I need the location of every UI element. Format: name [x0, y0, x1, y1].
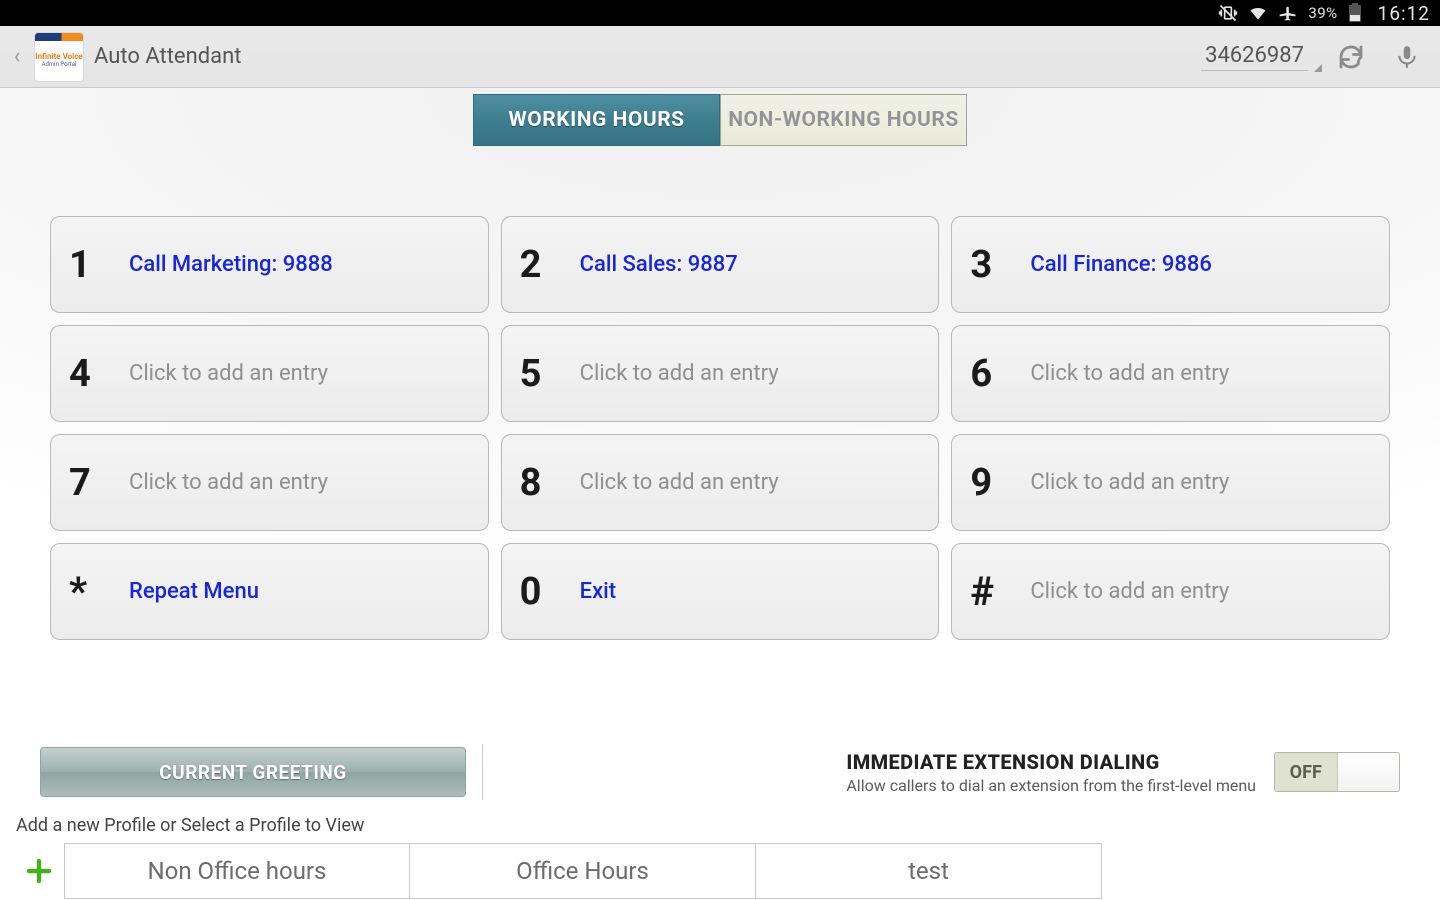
key-digit: 6 [970, 352, 1030, 396]
keypad-key-6[interactable]: 6Click to add an entry [951, 325, 1390, 422]
status-clock: 16:12 [1378, 2, 1430, 25]
key-label: Repeat Menu [129, 579, 259, 604]
keypad-key-4[interactable]: 4Click to add an entry [50, 325, 489, 422]
key-digit: 9 [970, 461, 1030, 505]
key-label: Exit [580, 579, 616, 604]
key-label: Call Sales: 9887 [580, 252, 738, 277]
wifi-icon [1248, 3, 1268, 23]
keypad-key-0[interactable]: 0Exit [501, 543, 940, 640]
battery-icon [1348, 3, 1362, 23]
app-logo-icon[interactable]: Infinite Voice Admin Portal [34, 32, 84, 82]
refresh-icon[interactable] [1336, 42, 1366, 72]
page-title: Auto Attendant [94, 44, 241, 69]
account-number-value: 34626987 [1205, 43, 1304, 68]
greeting-row: CURRENT GREETING IMMEDIATE EXTENSION DIA… [0, 744, 1440, 800]
android-status-bar: 39% 16:12 [0, 0, 1440, 26]
key-digit: 0 [520, 570, 580, 614]
plus-icon [24, 856, 54, 886]
chevron-down-icon [1314, 64, 1322, 72]
key-digit: * [69, 568, 129, 615]
back-caret-icon[interactable]: ‹ [10, 44, 24, 69]
profile-tab[interactable]: Non Office hours [64, 843, 410, 899]
key-label: Call Finance: 9886 [1030, 252, 1212, 277]
airplane-mode-icon [1278, 3, 1298, 23]
keypad-key-#[interactable]: #Click to add an entry [951, 543, 1390, 640]
extension-dialing-sub: Allow callers to dial an extension from … [846, 776, 1256, 795]
profiles-hint: Add a new Profile or Select a Profile to… [16, 815, 364, 836]
keypad-grid: 1Call Marketing: 98882Call Sales: 98873C… [50, 216, 1390, 640]
keypad-key-9[interactable]: 9Click to add an entry [951, 434, 1390, 531]
add-profile-button[interactable] [14, 846, 64, 896]
profile-tab[interactable]: Office Hours [410, 843, 756, 899]
key-label: Click to add an entry [580, 361, 779, 386]
keypad-key-3[interactable]: 3Call Finance: 9886 [951, 216, 1390, 313]
hours-segmented-tabs: WORKING HOURS NON-WORKING HOURS [0, 88, 1440, 146]
key-label: Click to add an entry [1030, 361, 1229, 386]
extension-dialing-heading: IMMEDIATE EXTENSION DIALING [846, 750, 1256, 774]
battery-percent: 39% [1308, 4, 1337, 22]
key-digit: 3 [970, 243, 1030, 287]
current-greeting-button[interactable]: CURRENT GREETING [40, 747, 466, 797]
key-label: Click to add an entry [129, 470, 328, 495]
key-digit: # [970, 568, 1030, 615]
key-digit: 4 [69, 352, 129, 396]
toggle-on-label [1338, 753, 1400, 791]
key-label: Click to add an entry [580, 470, 779, 495]
app-action-bar: ‹ Infinite Voice Admin Portal Auto Atten… [0, 26, 1440, 88]
toggle-off-label: OFF [1275, 753, 1338, 791]
keypad-key-2[interactable]: 2Call Sales: 9887 [501, 216, 940, 313]
key-digit: 1 [69, 243, 129, 287]
key-digit: 5 [520, 352, 580, 396]
keypad-key-5[interactable]: 5Click to add an entry [501, 325, 940, 422]
keypad-key-8[interactable]: 8Click to add an entry [501, 434, 940, 531]
key-label: Click to add an entry [1030, 579, 1229, 604]
microphone-icon[interactable] [1394, 42, 1420, 72]
key-digit: 8 [520, 461, 580, 505]
profile-tab[interactable]: test [756, 843, 1102, 899]
vibrate-off-icon [1218, 3, 1238, 23]
key-digit: 7 [69, 461, 129, 505]
account-number-dropdown[interactable]: 34626987 [1201, 43, 1308, 71]
key-digit: 2 [520, 243, 580, 287]
extension-dialing-toggle[interactable]: OFF [1274, 752, 1400, 792]
profiles-row: Non Office hours Office Hours test [0, 842, 1440, 900]
key-label: Click to add an entry [1030, 470, 1229, 495]
key-label: Call Marketing: 9888 [129, 252, 333, 277]
tab-working-hours[interactable]: WORKING HOURS [473, 94, 720, 146]
vertical-divider [482, 744, 483, 800]
keypad-key-*[interactable]: *Repeat Menu [50, 543, 489, 640]
content-area: WORKING HOURS NON-WORKING HOURS 1Call Ma… [0, 88, 1440, 900]
keypad-key-7[interactable]: 7Click to add an entry [50, 434, 489, 531]
key-label: Click to add an entry [129, 361, 328, 386]
tab-non-working-hours[interactable]: NON-WORKING HOURS [720, 94, 967, 146]
keypad-key-1[interactable]: 1Call Marketing: 9888 [50, 216, 489, 313]
